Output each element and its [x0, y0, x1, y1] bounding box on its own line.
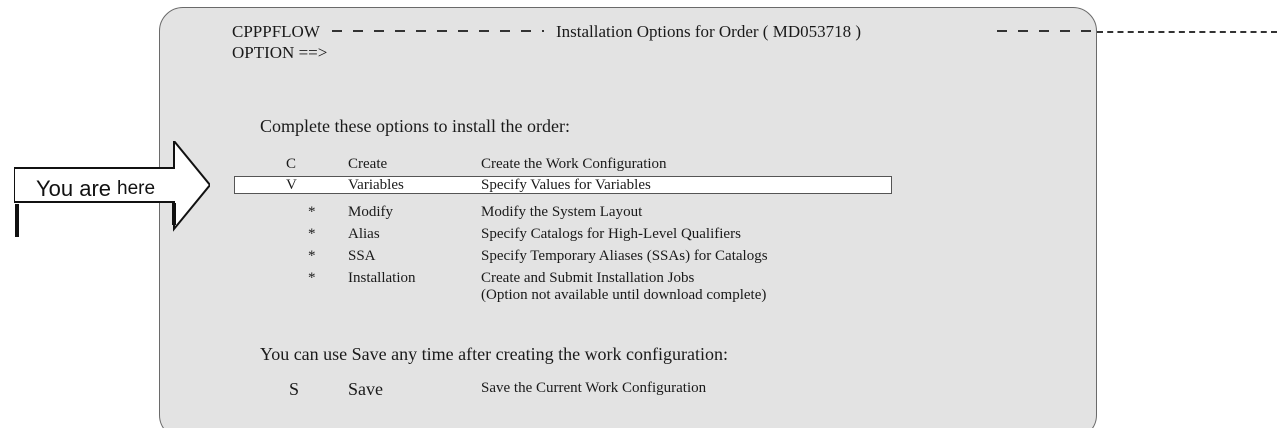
option-name: SSA: [348, 248, 376, 264]
option-name: Modify: [348, 204, 393, 220]
option-name: Installation: [348, 270, 416, 286]
title-dash-left: [332, 30, 544, 32]
option-description: Specify Catalogs for High-Level Qualifie…: [481, 226, 741, 242]
option-name: Save: [348, 379, 383, 399]
option-code: C: [286, 156, 297, 172]
command-input[interactable]: [318, 43, 878, 63]
page-title: Installation Options for Order ( MD05371…: [556, 22, 862, 41]
option-code: *: [308, 270, 316, 286]
option-description: Create and Submit Installation Jobs: [481, 270, 695, 286]
callout-label: You are here: [14, 141, 210, 237]
intro-text: Complete these options to install the or…: [260, 116, 570, 136]
option-code: *: [308, 226, 316, 242]
callout-text-small: here: [117, 178, 156, 199]
option-code: *: [308, 204, 316, 220]
save-note: You can use Save any time after creating…: [260, 344, 729, 364]
title-dash-right: [997, 30, 1097, 32]
option-code: S: [289, 379, 300, 399]
option-description: Modify the System Layout: [481, 204, 643, 220]
callout-text-main: You are: [36, 176, 112, 201]
title-dash-extension: [1097, 31, 1277, 33]
command-prompt: OPTION ==>: [232, 43, 328, 62]
option-description: Specify Values for Variables: [481, 177, 651, 193]
option-description: Specify Temporary Aliases (SSAs) for Cat…: [481, 248, 768, 264]
option-description: Create the Work Configuration: [481, 156, 667, 172]
option-description: Save the Current Work Configuration: [481, 380, 707, 396]
option-code: *: [308, 248, 316, 264]
you-are-here-callout: You are here: [14, 141, 210, 237]
panel-name: CPPPFLOW: [232, 22, 320, 41]
option-description-note: (Option not available until download com…: [481, 287, 767, 303]
option-name: Create: [348, 156, 388, 172]
option-name: Variables: [348, 177, 404, 193]
option-name: Alias: [348, 226, 380, 242]
option-code: V: [286, 177, 297, 193]
